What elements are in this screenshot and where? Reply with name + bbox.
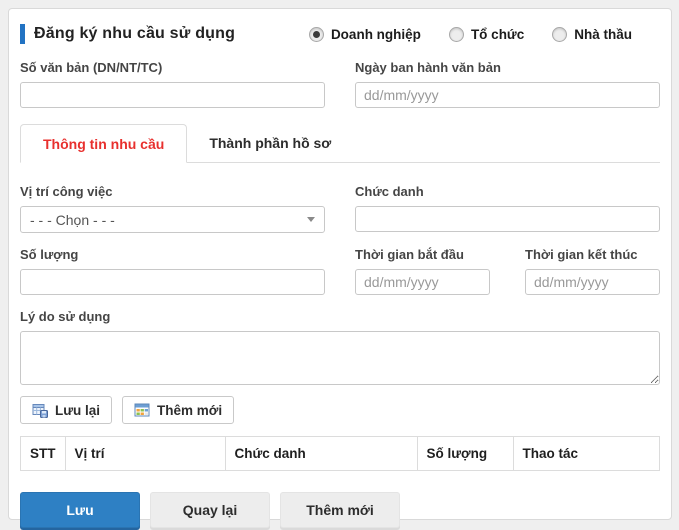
select-value: - - - Chọn - - - (30, 212, 115, 228)
thoi-gian-bat-dau-label: Thời gian bắt đầu (355, 247, 490, 262)
radio-label: Tổ chức (471, 27, 524, 42)
so-luong-label: Số lượng (20, 247, 325, 262)
table-header-so-luong: Số lượng (417, 437, 513, 471)
table-save-icon (32, 402, 48, 418)
radio-option-nha-thau[interactable]: Nhà thầu (552, 27, 632, 42)
radio-option-to-chuc[interactable]: Tổ chức (449, 27, 524, 42)
luu-lai-button[interactable]: Lưu lại (20, 396, 112, 424)
quay-lai-button[interactable]: Quay lại (150, 492, 270, 528)
vi-tri-cong-viec-label: Vị trí công việc (20, 184, 325, 199)
title-accent-bar (20, 24, 25, 44)
radio-unselected-icon[interactable] (449, 27, 464, 42)
document-fields-row: Số văn bản (DN/NT/TC) Ngày ban hành văn … (20, 60, 660, 108)
chevron-down-icon (307, 217, 315, 222)
them-moi-inline-button-label: Thêm mới (157, 403, 222, 418)
thoi-gian-ket-thuc-input[interactable] (525, 269, 660, 295)
so-luong-input[interactable] (20, 269, 325, 295)
position-row: Vị trí công việc - - - Chọn - - - Chức d… (20, 184, 660, 233)
entity-type-radio-group: Doanh nghiệp Tổ chức Nhà thầu (309, 27, 632, 42)
header-row: Đăng ký nhu cầu sử dụng Doanh nghiệp Tổ … (20, 23, 660, 45)
tab-bar: Thông tin nhu cầu Thành phần hồ sơ (20, 124, 660, 163)
results-table: STT Vị trí Chức danh Số lượng Thao tác (20, 436, 660, 471)
ly-do-su-dung-textarea[interactable] (20, 331, 660, 385)
radio-label: Nhà thầu (574, 27, 632, 42)
luu-lai-button-label: Lưu lại (55, 403, 100, 418)
tab-thong-tin-nhu-cau[interactable]: Thông tin nhu cầu (20, 124, 187, 163)
chuc-danh-input[interactable] (355, 206, 660, 232)
radio-option-doanh-nghiep[interactable]: Doanh nghiệp (309, 27, 421, 42)
tab-thanh-phan-ho-so[interactable]: Thành phần hồ sơ (187, 124, 353, 162)
luu-button[interactable]: Lưu (20, 492, 140, 528)
thoi-gian-ket-thuc-label: Thời gian kết thúc (525, 247, 660, 262)
radio-unselected-icon[interactable] (552, 27, 567, 42)
table-add-icon (134, 402, 150, 418)
chuc-danh-label: Chức danh (355, 184, 660, 199)
tab-content-thong-tin-nhu-cau: Vị trí công việc - - - Chọn - - - Chức d… (20, 163, 660, 528)
inline-actions-row: Lưu lại Thêm mới (20, 396, 660, 424)
so-van-ban-input[interactable] (20, 82, 325, 108)
table-header-thao-tac: Thao tác (513, 437, 660, 471)
ngay-ban-hanh-input[interactable] (355, 82, 660, 108)
thoi-gian-bat-dau-input[interactable] (355, 269, 490, 295)
quantity-dates-row: Số lượng Thời gian bắt đầu Thời gian kết… (20, 247, 660, 295)
ly-do-su-dung-label: Lý do sử dụng (20, 309, 660, 324)
ngay-ban-hanh-label: Ngày ban hành văn bản (355, 60, 660, 75)
so-van-ban-label: Số văn bản (DN/NT/TC) (20, 60, 325, 75)
page-title: Đăng ký nhu cầu sử dụng (34, 25, 235, 43)
table-header-vi-tri: Vị trí (65, 437, 225, 471)
reason-row: Lý do sử dụng (20, 309, 660, 385)
them-moi-button[interactable]: Thêm mới (280, 492, 400, 528)
table-header-stt: STT (21, 437, 66, 471)
table-header-chuc-danh: Chức danh (225, 437, 417, 471)
table-header-row: STT Vị trí Chức danh Số lượng Thao tác (21, 437, 660, 471)
form-card: Đăng ký nhu cầu sử dụng Doanh nghiệp Tổ … (8, 8, 672, 520)
them-moi-inline-button[interactable]: Thêm mới (122, 396, 234, 424)
radio-selected-icon[interactable] (309, 27, 324, 42)
vi-tri-cong-viec-select[interactable]: - - - Chọn - - - (20, 206, 325, 233)
radio-label: Doanh nghiệp (331, 27, 421, 42)
footer-actions-row: Lưu Quay lại Thêm mới (20, 492, 660, 528)
